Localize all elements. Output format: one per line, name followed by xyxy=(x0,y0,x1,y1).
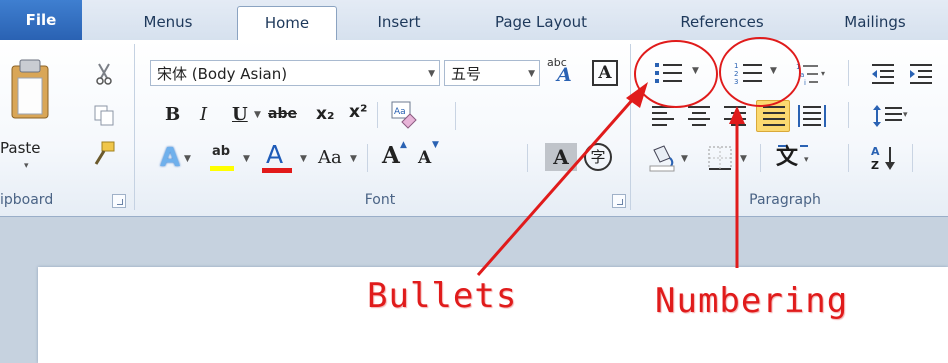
bullets-arrow-line xyxy=(476,97,636,276)
bullets-annotation-label: Bullets xyxy=(367,276,518,316)
numbering-annotation-label: Numbering xyxy=(655,281,849,321)
numbering-arrow-head xyxy=(729,106,745,124)
numbering-highlight-circle xyxy=(719,37,801,107)
bullets-highlight-circle xyxy=(634,40,718,108)
